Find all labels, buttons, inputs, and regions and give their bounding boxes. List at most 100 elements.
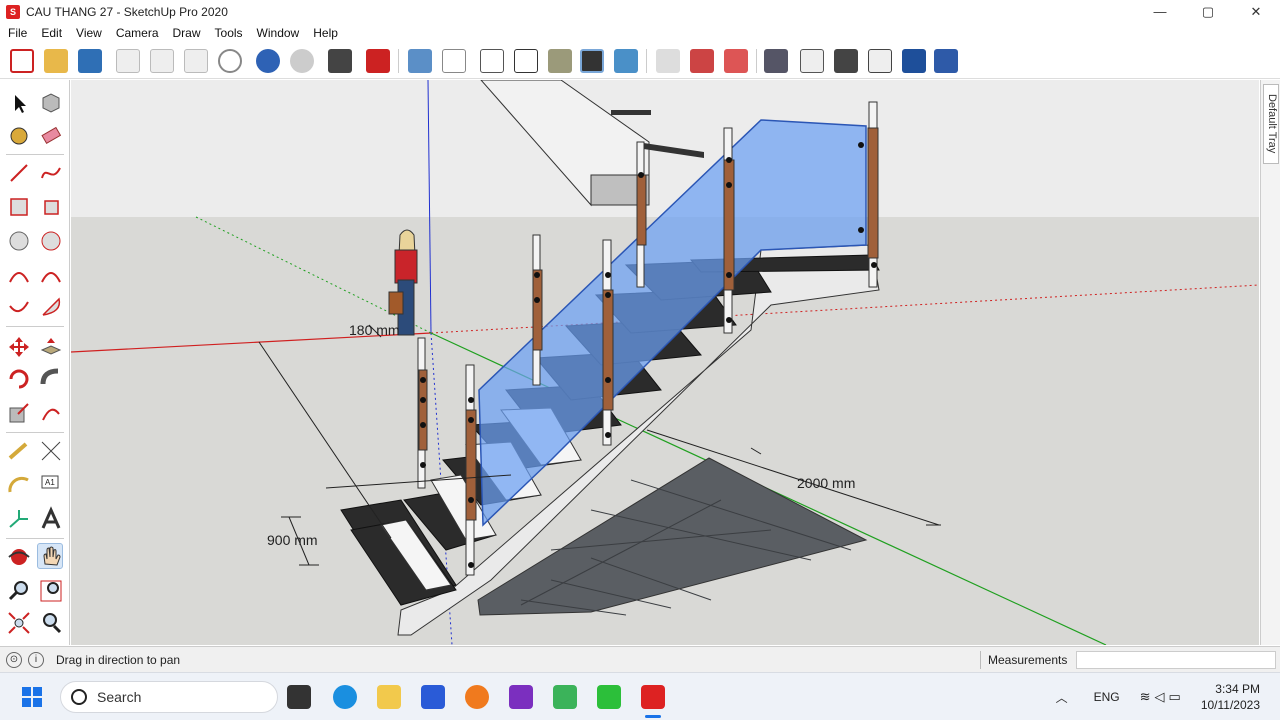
menu-tools[interactable]: Tools xyxy=(215,26,243,40)
firefox-icon[interactable] xyxy=(465,685,489,709)
measurements-input[interactable] xyxy=(1076,651,1276,669)
new-file-icon[interactable] xyxy=(10,49,34,73)
save-icon[interactable] xyxy=(78,49,102,73)
minimize-button[interactable]: — xyxy=(1136,0,1184,23)
language-indicator[interactable]: ENG xyxy=(1094,690,1120,704)
open-file-icon[interactable] xyxy=(44,49,68,73)
protractor-icon[interactable] xyxy=(6,472,32,498)
wifi-icon[interactable]: ≋ xyxy=(1140,689,1151,705)
hidden-line-icon[interactable] xyxy=(514,49,538,73)
follow-me-icon[interactable] xyxy=(38,366,64,392)
front-view-icon[interactable] xyxy=(834,49,858,73)
freehand-icon[interactable] xyxy=(38,160,64,186)
print-icon[interactable] xyxy=(328,49,352,73)
tool-separator xyxy=(6,432,64,433)
main-toolbar xyxy=(0,43,1280,79)
task-view-icon[interactable] xyxy=(287,685,311,709)
erase-delete-icon[interactable] xyxy=(218,49,242,73)
close-button[interactable]: ✕ xyxy=(1232,0,1280,23)
windows-start-icon[interactable] xyxy=(20,685,44,709)
previous-view-icon[interactable] xyxy=(38,610,64,636)
tape-measure-icon[interactable] xyxy=(6,438,32,464)
back-edges-icon[interactable] xyxy=(442,49,466,73)
tool-separator xyxy=(6,538,64,539)
two-point-arc-icon[interactable] xyxy=(38,262,64,288)
menu-window[interactable]: Window xyxy=(257,26,300,40)
axes-icon[interactable] xyxy=(6,506,32,532)
menu-camera[interactable]: Camera xyxy=(116,26,159,40)
iso-view-icon[interactable] xyxy=(764,49,788,73)
move-icon[interactable] xyxy=(6,334,32,360)
wireframe-icon[interactable] xyxy=(480,49,504,73)
sandbox-icon[interactable] xyxy=(656,49,680,73)
edge-icon[interactable] xyxy=(333,685,357,709)
line-icon[interactable] xyxy=(6,160,32,186)
sketchup-taskbar-icon[interactable] xyxy=(641,685,665,709)
zoom-icon[interactable] xyxy=(6,578,32,604)
shaded-icon[interactable] xyxy=(548,49,572,73)
eraser-icon[interactable] xyxy=(38,122,64,148)
warehouse-icon[interactable] xyxy=(690,49,714,73)
visual-studio-icon[interactable] xyxy=(509,685,533,709)
menu-view[interactable]: View xyxy=(76,26,102,40)
text-icon[interactable]: A1 xyxy=(38,472,64,498)
circle-icon[interactable] xyxy=(6,228,32,254)
model-info-icon[interactable] xyxy=(366,49,390,73)
clock[interactable]: 3:34 PM 10/11/2023 xyxy=(1201,681,1260,713)
measurements-label: Measurements xyxy=(988,653,1068,667)
menu-file[interactable]: File xyxy=(8,26,27,40)
battery-icon[interactable]: ▭ xyxy=(1169,689,1181,705)
orbit-icon[interactable] xyxy=(6,544,32,570)
store-icon[interactable] xyxy=(421,685,445,709)
right-view-icon[interactable] xyxy=(868,49,892,73)
file-explorer-icon[interactable] xyxy=(377,685,401,709)
select-icon[interactable] xyxy=(6,90,32,116)
xray-icon[interactable] xyxy=(408,49,432,73)
undo-icon[interactable] xyxy=(256,49,280,73)
paste-icon[interactable] xyxy=(184,49,208,73)
redo-icon[interactable] xyxy=(290,49,314,73)
window-title: CAU THANG 27 - SketchUp Pro 2020 xyxy=(26,4,228,19)
default-tray-tab[interactable]: Default Tray xyxy=(1263,84,1279,164)
monochrome-icon[interactable] xyxy=(614,49,638,73)
rotated-rectangle-icon[interactable] xyxy=(38,194,64,220)
dimension-icon[interactable] xyxy=(38,438,64,464)
left-view-icon[interactable] xyxy=(934,49,958,73)
snipping-tool-icon[interactable] xyxy=(553,685,577,709)
copy-icon[interactable] xyxy=(150,49,174,73)
top-view-icon[interactable] xyxy=(800,49,824,73)
info-icon[interactable]: i xyxy=(28,651,44,668)
shaded-with-textures-icon[interactable] xyxy=(580,49,604,73)
menu-draw[interactable]: Draw xyxy=(173,26,201,40)
chevron-up-icon[interactable]: ︿ xyxy=(1056,689,1068,706)
status-bar: ⊙ i Drag in direction to pan Measurement… xyxy=(0,646,1280,672)
menu-help[interactable]: Help xyxy=(313,26,338,40)
volume-icon[interactable]: ◁ xyxy=(1155,689,1165,705)
maximize-button[interactable]: ▢ xyxy=(1184,0,1232,23)
scale-icon[interactable] xyxy=(6,400,32,426)
cut-icon[interactable] xyxy=(116,49,140,73)
three-point-arc-icon[interactable] xyxy=(6,294,32,320)
default-tray[interactable]: Default Tray xyxy=(1260,80,1280,645)
model-viewport[interactable]: 900 mm 2000 mm 180 mm xyxy=(71,80,1259,645)
3d-text-icon[interactable] xyxy=(38,506,64,532)
back-view-icon[interactable] xyxy=(902,49,926,73)
pie-icon[interactable] xyxy=(38,294,64,320)
rotate-icon[interactable] xyxy=(6,366,32,392)
green-app-icon[interactable] xyxy=(597,685,621,709)
arc-icon[interactable] xyxy=(6,262,32,288)
zoom-extents-icon[interactable] xyxy=(6,610,32,636)
extension-warehouse-icon[interactable] xyxy=(724,49,748,73)
polygon-icon[interactable] xyxy=(38,228,64,254)
zoom-window-icon[interactable] xyxy=(38,578,64,604)
pan-icon[interactable] xyxy=(37,543,63,569)
make-component-icon[interactable] xyxy=(38,90,64,116)
rectangle-icon[interactable] xyxy=(6,194,32,220)
geo-location-icon[interactable]: ⊙ xyxy=(6,651,22,668)
paint-bucket-icon[interactable] xyxy=(6,122,32,148)
push-pull-icon[interactable] xyxy=(38,334,64,360)
status-divider xyxy=(980,651,981,669)
menu-edit[interactable]: Edit xyxy=(41,26,62,40)
offset-icon[interactable] xyxy=(38,400,64,426)
taskbar-search[interactable]: Search xyxy=(60,681,278,713)
